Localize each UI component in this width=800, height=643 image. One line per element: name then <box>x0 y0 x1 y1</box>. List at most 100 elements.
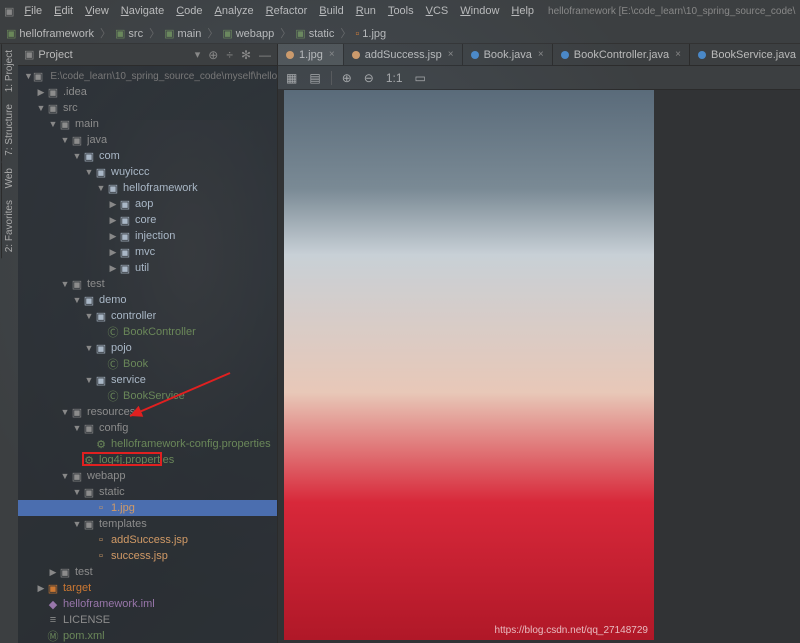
tree-node[interactable]: Ⓜpom.xml <box>18 628 277 643</box>
hide-icon[interactable]: — <box>259 48 271 62</box>
fit-icon[interactable]: ▭ <box>413 69 428 87</box>
tree-node[interactable]: ⒸBookService <box>18 388 277 404</box>
expand-arrow-icon[interactable]: ▼ <box>84 343 94 353</box>
tree-node[interactable]: ▼▣src <box>18 100 277 116</box>
menu-window[interactable]: Window <box>454 3 505 19</box>
expand-arrow-icon[interactable]: ▼ <box>60 407 70 417</box>
tree-node[interactable]: ▶▣util <box>18 260 277 276</box>
editor-tab[interactable]: BookController.java× <box>553 44 690 65</box>
menu-file[interactable]: File <box>18 3 48 19</box>
close-icon[interactable]: × <box>329 49 335 60</box>
menu-run[interactable]: Run <box>350 3 382 19</box>
menu-vcs[interactable]: VCS <box>420 3 455 19</box>
project-label[interactable]: Project <box>38 49 194 61</box>
menu-build[interactable]: Build <box>313 3 349 19</box>
editor-tab[interactable]: 1.jpg× <box>278 44 344 65</box>
tree-node[interactable]: ▼▣java <box>18 132 277 148</box>
tool-structure[interactable]: 7: Structure <box>1 98 17 162</box>
expand-arrow-icon[interactable]: ▼ <box>48 119 58 129</box>
tree-node[interactable]: ≡LICENSE <box>18 612 277 628</box>
expand-arrow-icon[interactable]: ▼ <box>60 135 70 145</box>
tree-node[interactable]: ⒸBook <box>18 356 277 372</box>
tool-project[interactable]: 1: Project <box>1 44 17 98</box>
expand-arrow-icon[interactable]: ▼ <box>36 103 46 113</box>
target-icon[interactable]: ⊕ <box>208 48 218 62</box>
expand-arrow-icon[interactable]: ▼ <box>72 423 82 433</box>
breadcrumb-item[interactable]: webapp <box>236 28 275 40</box>
expand-arrow-icon[interactable]: ▼ <box>96 183 106 193</box>
expand-arrow-icon[interactable]: ▼ <box>84 311 94 321</box>
tree-node[interactable]: ▶▣.idea <box>18 84 277 100</box>
menu-analyze[interactable]: Analyze <box>209 3 260 19</box>
expand-arrow-icon[interactable]: ▼ <box>72 519 82 529</box>
breadcrumb-item[interactable]: static <box>309 28 335 40</box>
close-icon[interactable]: × <box>448 49 454 60</box>
expand-arrow-icon[interactable]: ▼ <box>24 71 33 81</box>
tree-node[interactable]: ▫success.jsp <box>18 548 277 564</box>
close-icon[interactable]: × <box>675 49 681 60</box>
expand-arrow-icon[interactable]: ▼ <box>60 279 70 289</box>
menu-navigate[interactable]: Navigate <box>115 3 170 19</box>
tree-node[interactable]: ◆helloframework.iml <box>18 596 277 612</box>
expand-arrow-icon[interactable]: ▶ <box>108 231 118 242</box>
bars-icon[interactable]: ▤ <box>307 69 322 87</box>
tree-node[interactable]: ▼▣controller <box>18 308 277 324</box>
expand-arrow-icon[interactable]: ▼ <box>72 295 82 305</box>
menu-edit[interactable]: Edit <box>48 3 79 19</box>
tree-node[interactable]: ▶▣mvc <box>18 244 277 260</box>
tree-node[interactable]: ▼▣static <box>18 484 277 500</box>
tree-node[interactable]: ▼▣config <box>18 420 277 436</box>
tree-node[interactable]: ⚙helloframework-config.properties <box>18 436 277 452</box>
zoom-ratio[interactable]: 1:1 <box>384 69 405 87</box>
tree-node[interactable]: ⚙log4j.properties <box>18 452 277 468</box>
expand-arrow-icon[interactable]: ▶ <box>36 583 46 594</box>
tool-web[interactable]: Web <box>1 162 17 194</box>
breadcrumb-item[interactable]: 1.jpg <box>362 28 386 40</box>
expand-arrow-icon[interactable]: ▼ <box>72 151 82 161</box>
tree-node[interactable]: ▼▣wuyiccc <box>18 164 277 180</box>
tree-node[interactable]: ▫addSuccess.jsp <box>18 532 277 548</box>
tree-node[interactable]: ▶▣target <box>18 580 277 596</box>
tool-favorites[interactable]: 2: Favorites <box>1 194 17 258</box>
editor-tab[interactable]: BookService.java× <box>690 44 800 65</box>
zoom-in-icon[interactable]: ⊕ <box>340 69 354 87</box>
close-icon[interactable]: × <box>538 49 544 60</box>
tree-node[interactable]: ▼▣test <box>18 276 277 292</box>
menu-code[interactable]: Code <box>170 3 208 19</box>
tree-node[interactable]: ▫1.jpg <box>18 500 277 516</box>
expand-arrow-icon[interactable]: ▶ <box>48 567 58 578</box>
expand-arrow-icon[interactable]: ▼ <box>84 375 94 385</box>
tree-node[interactable]: ⒸBookController <box>18 324 277 340</box>
tree-node[interactable]: ▼▣main <box>18 116 277 132</box>
tree-node[interactable]: ▼▣templates <box>18 516 277 532</box>
collapse-icon[interactable]: ÷ <box>226 48 233 62</box>
tree-node[interactable]: ▼▣demo <box>18 292 277 308</box>
menu-tools[interactable]: Tools <box>382 3 420 19</box>
grid-icon[interactable]: ▦ <box>284 69 299 87</box>
expand-arrow-icon[interactable]: ▶ <box>36 87 46 98</box>
expand-arrow-icon[interactable]: ▶ <box>108 215 118 226</box>
tree-node[interactable]: ▼▣resources <box>18 404 277 420</box>
expand-arrow-icon[interactable]: ▼ <box>84 167 94 177</box>
editor-tab[interactable]: Book.java× <box>463 44 553 65</box>
dropdown-icon[interactable]: ▾ <box>195 48 201 61</box>
tree-node[interactable]: ▶▣test <box>18 564 277 580</box>
tree-node[interactable]: ▼▣webapp <box>18 468 277 484</box>
zoom-out-icon[interactable]: ⊖ <box>362 69 376 87</box>
tree-node[interactable]: ▼▣com <box>18 148 277 164</box>
expand-arrow-icon[interactable]: ▶ <box>108 263 118 274</box>
breadcrumb-item[interactable]: main <box>177 28 201 40</box>
expand-arrow-icon[interactable]: ▶ <box>108 247 118 258</box>
breadcrumb-item[interactable]: helloframework <box>19 28 94 40</box>
tree-node[interactable]: ▶▣injection <box>18 228 277 244</box>
tree-node[interactable]: ▶▣core <box>18 212 277 228</box>
editor-tab[interactable]: addSuccess.jsp× <box>344 44 463 65</box>
tree-node[interactable]: ▼▣helloframeworkE:\code_learn\10_spring_… <box>18 68 277 84</box>
menu-view[interactable]: View <box>79 3 115 19</box>
expand-arrow-icon[interactable]: ▶ <box>108 199 118 210</box>
expand-arrow-icon[interactable]: ▼ <box>60 471 70 481</box>
settings-icon[interactable]: ✻ <box>241 48 251 62</box>
menu-help[interactable]: Help <box>505 3 540 19</box>
tree-node[interactable]: ▼▣service <box>18 372 277 388</box>
tree-node[interactable]: ▼▣helloframework <box>18 180 277 196</box>
